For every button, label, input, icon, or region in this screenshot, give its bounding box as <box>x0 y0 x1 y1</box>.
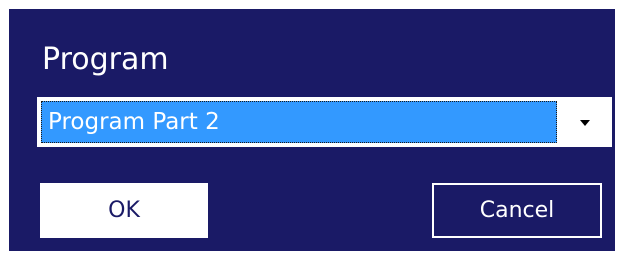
dialog-title: Program <box>42 42 169 77</box>
program-dialog: Program Program Part 2 OK Cancel <box>9 9 615 251</box>
program-select[interactable]: Program Part 2 <box>37 97 612 147</box>
program-select-value[interactable]: Program Part 2 <box>41 101 557 143</box>
cancel-button[interactable]: Cancel <box>432 183 602 238</box>
ok-button[interactable]: OK <box>40 183 208 238</box>
chevron-down-icon <box>579 120 590 126</box>
dropdown-button[interactable] <box>561 101 608 143</box>
